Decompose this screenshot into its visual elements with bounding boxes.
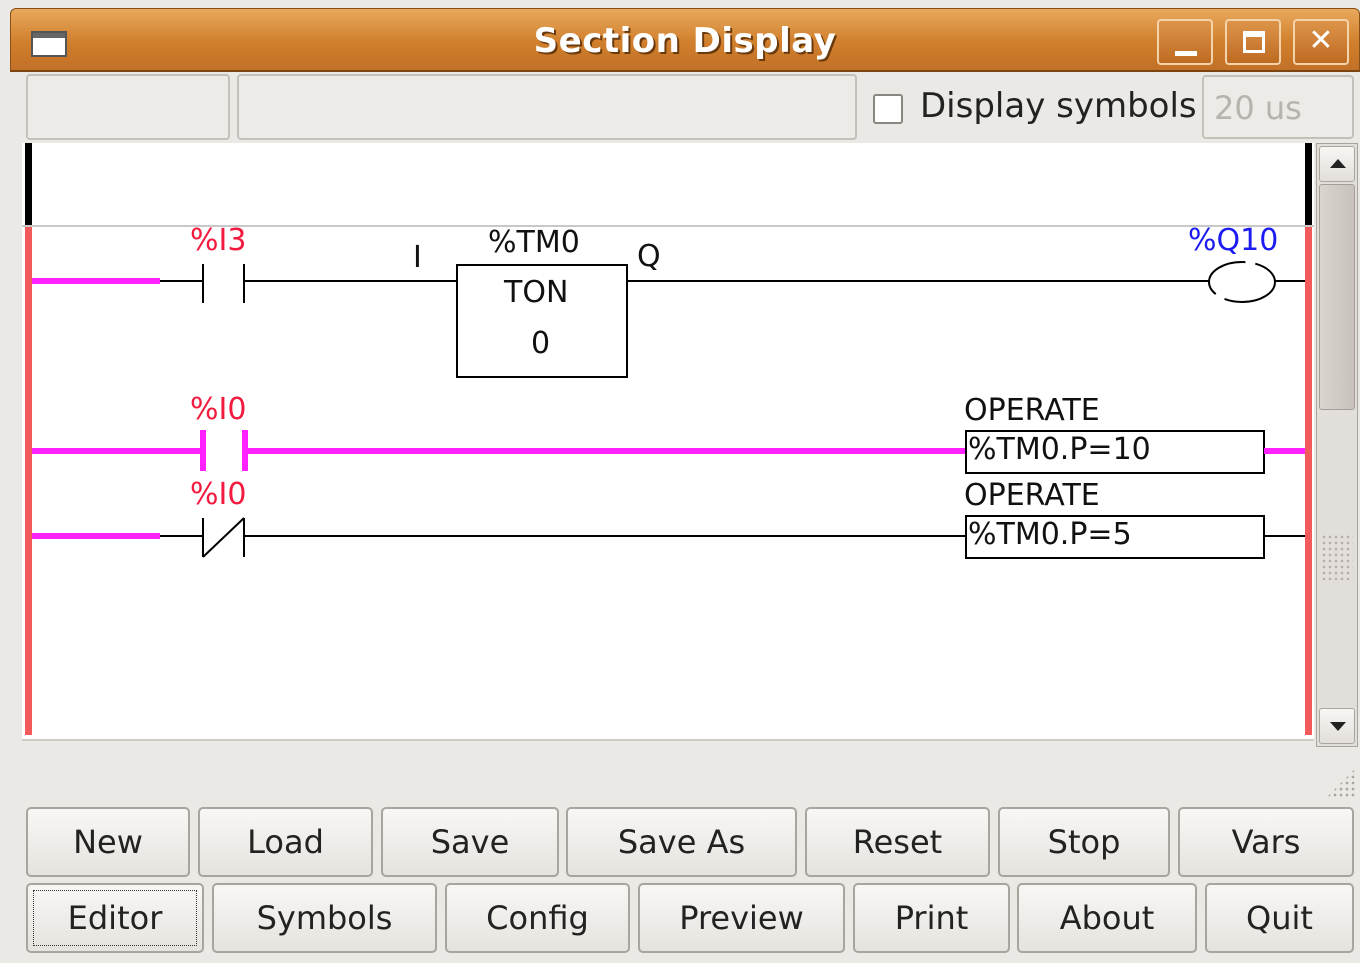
timer-type-label: TON (504, 275, 569, 310)
config-button[interactable]: Config (445, 883, 630, 953)
symbols-button[interactable]: Symbols (212, 883, 437, 953)
save-as-button[interactable]: Save As (566, 807, 797, 877)
reset-button[interactable]: Reset (805, 807, 990, 877)
rung3-contact-label: %I0 (190, 477, 247, 512)
timer-output-label: Q (637, 239, 661, 274)
left-rail-top (25, 143, 32, 225)
rung3-contact-negation (202, 517, 245, 558)
operate-label-1: OPERATE (964, 393, 1100, 428)
title-bar[interactable]: Section Display (10, 8, 1360, 72)
scroll-grip (1321, 534, 1353, 580)
scroll-up-icon[interactable] (1319, 146, 1355, 182)
rung1-contact-label: %I3 (190, 223, 247, 258)
close-button[interactable] (1293, 19, 1349, 65)
print-button[interactable]: Print (853, 883, 1010, 953)
editor-button[interactable]: Editor (26, 883, 204, 953)
new-button[interactable]: New (26, 807, 190, 877)
maximize-button[interactable] (1225, 19, 1281, 65)
load-button[interactable]: Load (198, 807, 373, 877)
timer-name-label: %TM0 (488, 225, 580, 260)
right-power-rail (1305, 227, 1312, 735)
scroll-thumb[interactable] (1319, 184, 1355, 410)
vertical-scrollbar[interactable] (1316, 143, 1358, 747)
ladder-canvas[interactable]: %I3 I %TM0 TON 0 Q %Q10 %I0 OPERATE %TM0… (22, 143, 1314, 741)
vars-button[interactable]: Vars (1178, 807, 1354, 877)
rung2-contact-label: %I0 (190, 392, 247, 427)
status-field-2 (237, 74, 857, 140)
status-field-1 (26, 74, 230, 140)
timer-value-label: 0 (531, 326, 551, 361)
preview-button[interactable]: Preview (638, 883, 845, 953)
quit-button[interactable]: Quit (1205, 883, 1354, 953)
minimize-button[interactable] (1157, 19, 1213, 65)
operate-expr-1: %TM0.P=10 (968, 432, 1151, 467)
about-button[interactable]: About (1017, 883, 1197, 953)
scroll-down-icon[interactable] (1319, 708, 1355, 744)
left-power-rail (25, 227, 32, 735)
display-symbols-checkbox[interactable] (873, 94, 903, 124)
stop-button[interactable]: Stop (998, 807, 1170, 877)
right-rail-top (1305, 143, 1312, 225)
operate-expr-2: %TM0.P=5 (968, 517, 1132, 552)
operate-label-2: OPERATE (964, 478, 1100, 513)
coil (1208, 261, 1276, 303)
timer-input-label: I (413, 240, 422, 275)
save-button[interactable]: Save (381, 807, 559, 877)
cycle-time-field: 20 us (1202, 75, 1354, 139)
coil-label: %Q10 (1188, 223, 1279, 258)
resize-grip-icon[interactable] (1326, 768, 1356, 798)
display-symbols-label[interactable]: Display symbols (920, 86, 1197, 126)
